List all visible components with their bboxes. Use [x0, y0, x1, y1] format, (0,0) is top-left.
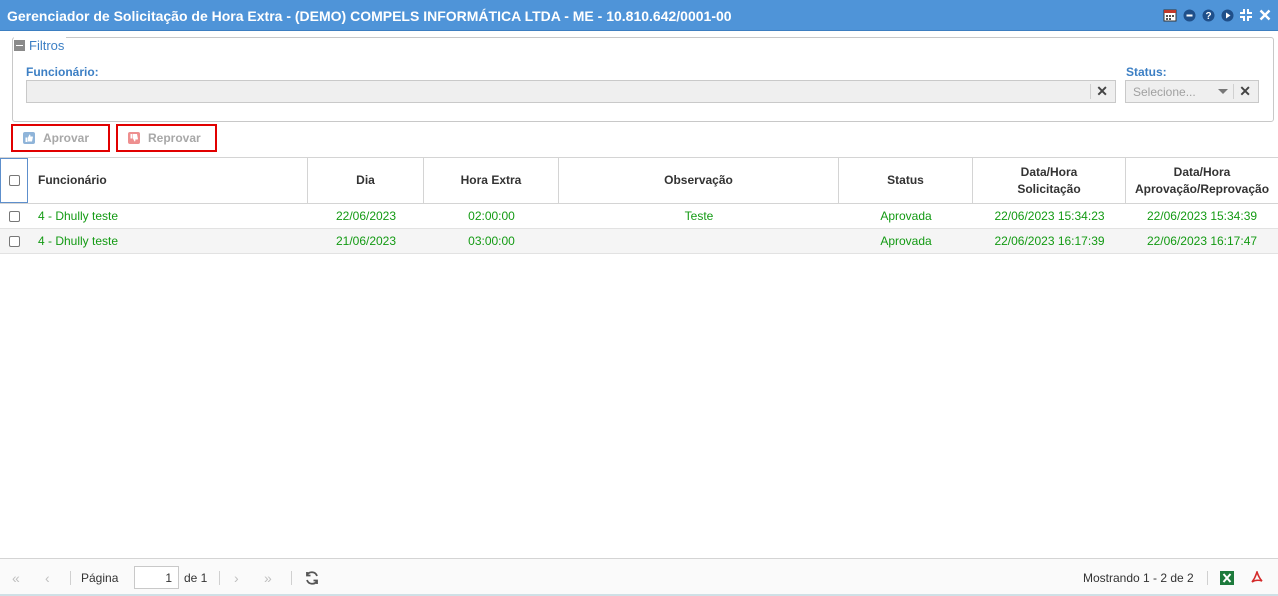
toolbar-separator: [219, 571, 220, 585]
approve-button[interactable]: Aprovar: [11, 124, 110, 152]
col-funcionario[interactable]: Funcionário: [28, 158, 308, 203]
col-data-solicitacao-line2: Solicitação: [1017, 181, 1081, 196]
select-all-cell[interactable]: [0, 158, 28, 203]
row-checkbox[interactable]: [8, 235, 20, 247]
status-select[interactable]: Selecione... ✕: [1125, 80, 1259, 103]
row-select-cell[interactable]: [0, 204, 28, 228]
refresh-icon[interactable]: [304, 570, 320, 586]
close-icon[interactable]: [1258, 8, 1272, 22]
showing-label: Mostrando 1 - 2 de 2: [1083, 571, 1194, 585]
clear-funcionario-icon[interactable]: ✕: [1096, 84, 1108, 98]
prev-page-icon[interactable]: ‹: [45, 571, 50, 585]
svg-text:?: ?: [1205, 11, 1211, 22]
cell-observacao: [559, 229, 839, 253]
col-status[interactable]: Status: [839, 158, 973, 203]
pdf-export-icon[interactable]: [1250, 569, 1264, 585]
thumbs-up-icon: [23, 132, 35, 144]
excel-export-icon[interactable]: [1220, 571, 1234, 585]
paging-toolbar: « ‹ Página de 1 › » Mostrando 1 - 2 de 2: [0, 558, 1278, 596]
calendar-icon[interactable]: [1163, 8, 1177, 22]
table-row[interactable]: 4 - Dhully teste 22/06/2023 02:00:00 Tes…: [0, 204, 1278, 229]
page-count-label: de 1: [184, 571, 208, 585]
minimize-icon[interactable]: [1182, 8, 1196, 22]
cell-data-solicitacao: 22/06/2023 15:34:23: [994, 209, 1105, 223]
col-data-aprovacao-line1: Data/Hora: [1173, 164, 1231, 179]
col-observacao[interactable]: Observação: [559, 158, 839, 203]
col-hora-extra[interactable]: Hora Extra: [424, 158, 559, 203]
reject-button[interactable]: Reprovar: [116, 124, 217, 152]
play-icon[interactable]: [1220, 8, 1234, 22]
cell-observacao: Teste: [684, 209, 714, 223]
status-placeholder: Selecione...: [1133, 85, 1196, 99]
clear-status-icon[interactable]: ✕: [1239, 84, 1251, 98]
funcionario-label: Funcionário:: [26, 65, 99, 79]
cell-data-aprovacao: 22/06/2023 16:17:47: [1146, 234, 1258, 248]
toolbar-separator: [70, 571, 71, 585]
cell-hora-extra: 02:00:00: [468, 209, 515, 223]
row-select-cell[interactable]: [0, 229, 28, 253]
funcionario-field[interactable]: ✕: [26, 80, 1116, 103]
cell-dia: 21/06/2023: [335, 234, 397, 248]
cell-data-aprovacao: 22/06/2023 15:34:39: [1146, 209, 1258, 223]
reject-label: Reprovar: [148, 131, 201, 145]
chevron-down-icon[interactable]: [1218, 89, 1228, 94]
row-checkbox[interactable]: [8, 210, 20, 222]
field-separator: [1233, 84, 1234, 99]
toolbar-separator: [291, 571, 292, 585]
approve-label: Aprovar: [43, 131, 90, 145]
field-separator: [1090, 84, 1091, 99]
thumbs-down-icon: [128, 132, 140, 144]
page-number-input[interactable]: [134, 566, 179, 589]
cell-dia: 22/06/2023: [335, 209, 397, 223]
status-label: Status:: [1126, 65, 1167, 79]
next-page-icon[interactable]: ›: [234, 571, 239, 585]
cell-hora-extra: 03:00:00: [468, 234, 515, 248]
cell-status: Aprovada: [880, 234, 932, 248]
select-all-checkbox[interactable]: [8, 175, 20, 186]
cell-status: Aprovada: [880, 209, 932, 223]
col-data-solicitacao-line1: Data/Hora: [1020, 164, 1078, 179]
cell-funcionario: 4 - Dhully teste: [38, 209, 119, 223]
cell-funcionario: 4 - Dhully teste: [38, 234, 119, 248]
col-dia[interactable]: Dia: [308, 158, 424, 203]
col-data-aprovacao-line2: Aprovação/Reprovação: [1134, 181, 1270, 196]
window-tools: ?: [1163, 8, 1272, 22]
filters-legend[interactable]: Filtros: [14, 37, 67, 53]
col-data-aprovacao[interactable]: Data/Hora Aprovação/Reprovação: [1126, 158, 1278, 203]
window-title-bar: Gerenciador de Solicitação de Hora Extra…: [0, 0, 1278, 31]
help-icon[interactable]: ?: [1201, 8, 1215, 22]
filters-legend-label: Filtros: [29, 37, 65, 53]
restore-icon[interactable]: [1239, 8, 1253, 22]
collapse-icon[interactable]: [14, 39, 25, 51]
grid-header: Funcionário Dia Hora Extra Observação St…: [0, 157, 1278, 204]
page-label: Página: [81, 571, 119, 585]
window-title: Gerenciador de Solicitação de Hora Extra…: [7, 8, 732, 24]
col-data-solicitacao[interactable]: Data/Hora Solicitação: [973, 158, 1126, 203]
toolbar-separator: [1207, 571, 1208, 585]
last-page-icon[interactable]: »: [264, 571, 272, 585]
table-row[interactable]: 4 - Dhully teste 21/06/2023 03:00:00 Apr…: [0, 229, 1278, 254]
cell-data-solicitacao: 22/06/2023 16:17:39: [994, 234, 1105, 248]
first-page-icon[interactable]: «: [12, 571, 20, 585]
